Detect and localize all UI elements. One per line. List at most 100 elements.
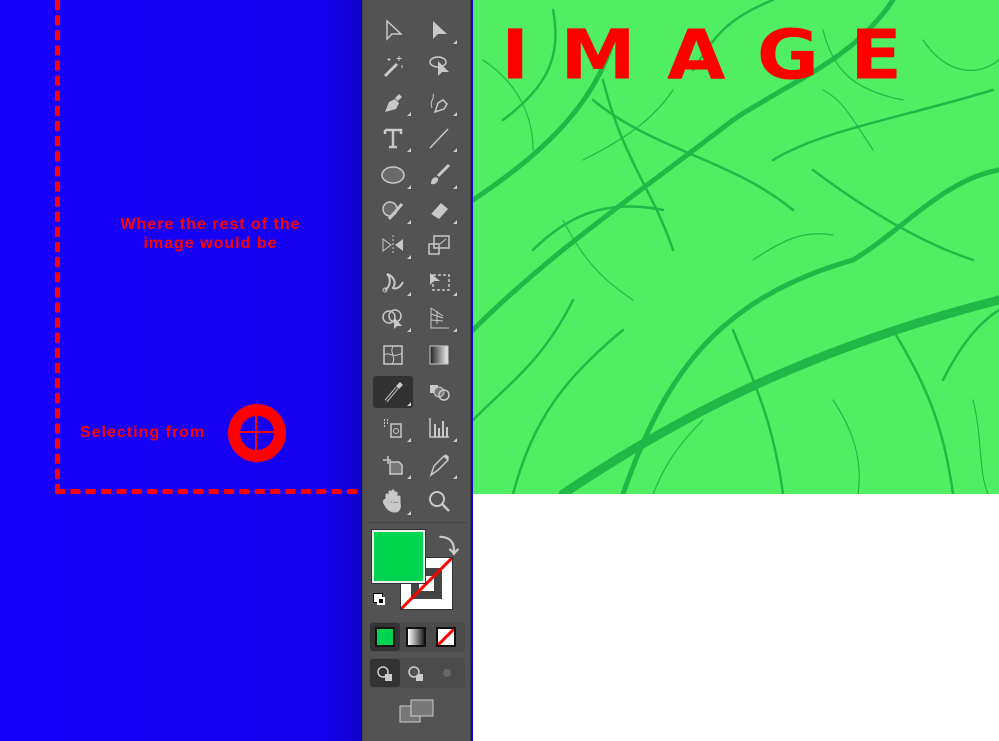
rest-of-image-note: Where the rest of the image would be [120,216,301,252]
draw-behind-icon [408,666,423,681]
artboard-canvas[interactable]: IMAGE [473,0,999,741]
none-button[interactable] [436,627,456,647]
blend-tool[interactable] [419,376,459,408]
type-tool[interactable] [373,122,413,154]
paintbrush-tool[interactable] [419,159,459,191]
screen-mode-icon [399,699,434,723]
submenu-indicator [453,438,457,442]
eyedropper-icon [384,382,403,403]
line-segment-tool[interactable] [419,122,459,154]
mesh-tool[interactable] [373,339,413,371]
puppet-warp-icon [382,273,404,293]
submenu-indicator [453,220,457,224]
gradient-icon [429,345,449,365]
symbol-sprayer-icon [384,419,402,438]
tree-image: IMAGE [473,0,999,494]
shaper-tool[interactable] [373,194,413,226]
submenu-indicator [407,328,411,332]
pen-icon [385,94,402,112]
type-icon [383,128,403,149]
submenu-indicator [453,475,457,479]
blend-icon [430,385,450,401]
slice-tool[interactable] [419,449,459,481]
draw-behind-button[interactable] [401,659,431,687]
paintbrush-icon [431,163,451,185]
curvature-tool[interactable] [419,86,459,118]
submenu-indicator [407,255,411,259]
reflect-tool[interactable] [373,229,413,261]
submenu-indicator [407,112,411,116]
submenu-indicator [407,292,411,296]
none-slash-icon [438,629,454,645]
submenu-indicator [407,220,411,224]
divider [368,522,467,523]
draw-normal-icon [377,666,392,681]
scale-tool[interactable] [419,229,459,261]
line-segment-icon [429,128,449,149]
selection-icon [386,19,403,41]
submenu-indicator [407,511,411,515]
eyedropper-tool[interactable] [373,376,413,408]
submenu-indicator [407,402,411,406]
submenu-indicator [453,328,457,332]
free-transform-icon [430,273,450,291]
artboard-icon [383,456,403,475]
submenu-indicator [453,292,457,296]
slice-icon [429,454,450,477]
zoom-tool[interactable] [419,485,459,517]
submenu-indicator [407,185,411,189]
puppet-warp-tool[interactable] [373,266,413,298]
column-graph-tool[interactable] [419,412,459,444]
hand-icon [382,489,401,513]
scale-icon [428,235,450,255]
default-fill-stroke-icon[interactable] [373,593,385,605]
shape-builder-tool[interactable] [373,302,413,334]
selecting-from-note: Selecting from [80,424,206,441]
magic-wand-icon [383,56,403,78]
swap-fill-stroke-icon[interactable]: ⤵ [439,530,459,559]
submenu-indicator [453,148,457,152]
eraser-icon [430,203,448,219]
gradient-button[interactable] [406,627,426,647]
symbol-sprayer-tool[interactable] [373,412,413,444]
shape-builder-icon [382,309,402,329]
submenu-indicator [407,148,411,152]
color-button[interactable] [375,627,395,647]
submenu-indicator [407,438,411,442]
gradient-tool[interactable] [419,339,459,371]
image-title-text: IMAGE [501,14,934,95]
magic-wand-tool[interactable] [373,50,413,82]
column-graph-icon [429,418,449,438]
lasso-icon [429,56,449,76]
draw-normal-button[interactable] [370,659,400,687]
mesh-icon [383,345,403,365]
draw-inside-icon [443,669,451,677]
perspective-grid-icon [430,307,449,329]
zoom-icon [429,491,450,512]
tools-panel: ⤵ [362,0,471,741]
submenu-indicator [407,475,411,479]
fill-swatch[interactable] [371,529,426,584]
draw-inside-button[interactable] [432,659,462,687]
submenu-indicator [453,40,457,44]
eraser-tool[interactable] [419,194,459,226]
direct-selection-icon [433,21,447,39]
submenu-indicator [453,185,457,189]
hand-tool[interactable] [373,485,413,517]
artboard-tool[interactable] [373,449,413,481]
submenu-indicator [453,112,457,116]
reflect-icon [382,235,403,255]
selection-tool[interactable] [373,14,413,46]
lasso-tool[interactable] [419,50,459,82]
screen-mode-button[interactable] [399,698,435,729]
perspective-grid-tool[interactable] [419,302,459,334]
direct-selection-tool[interactable] [419,14,459,46]
ellipse-tool[interactable] [373,159,413,191]
crosshair-target-icon [228,404,286,462]
curvature-icon [430,93,448,114]
offscreen-area: Where the rest of the image would be Sel… [0,0,362,741]
free-transform-tool[interactable] [419,266,459,298]
pen-tool[interactable] [373,86,413,118]
shaper-icon [382,201,404,220]
ellipse-icon [381,166,405,184]
